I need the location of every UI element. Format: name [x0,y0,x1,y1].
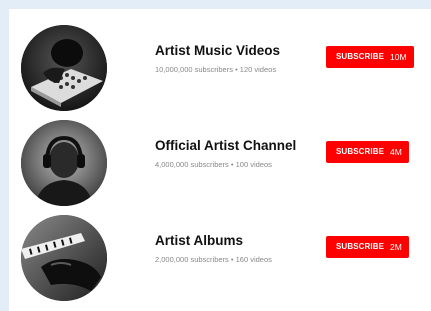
subscribe-button[interactable]: SUBSCRIBE 2M [326,236,409,258]
channel-avatar[interactable] [21,25,107,111]
channel-name[interactable]: Official Artist Channel [155,138,325,153]
channel-meta: 10,000,000 subscribers • 120 videos [155,65,325,74]
channel-avatar[interactable] [21,120,107,206]
video-count: 160 videos [235,255,272,264]
subscriber-count: 2,000,000 subscribers [155,255,229,264]
meta-separator: • [235,65,238,74]
subscribe-count: 4M [390,147,402,157]
subscribe-label: SUBSCRIBE [336,52,385,61]
subscribe-count: 2M [390,242,402,252]
channel-meta: 2,000,000 subscribers • 160 videos [155,255,325,264]
subscribe-button[interactable]: SUBSCRIBE 10M [326,46,414,68]
channel-info: Official Artist Channel 4,000,000 subscr… [155,138,325,169]
meta-separator: • [230,255,234,264]
channel-avatar[interactable] [21,215,107,301]
piano-hands-icon [21,215,107,301]
video-count: 120 videos [239,65,277,74]
subscribe-count: 10M [390,52,407,62]
video-count: 100 videos [235,160,272,169]
channel-name[interactable]: Artist Albums [155,233,325,248]
channel-meta: 4,000,000 subscribers • 100 videos [155,160,325,169]
subscribe-label: SUBSCRIBE [336,242,385,251]
channel-list: Artist Music Videos 10,000,000 subscribe… [9,9,431,311]
channel-info: Artist Music Videos 10,000,000 subscribe… [155,43,325,74]
channel-item: Artist Albums 2,000,000 subscribers • 16… [9,215,431,305]
subscribe-button[interactable]: SUBSCRIBE 4M [326,141,409,163]
dj-mixer-icon [21,25,107,111]
subscriber-count: 4,000,000 subscribers [155,160,229,169]
headphones-person-icon [21,120,107,206]
channel-item: Artist Music Videos 10,000,000 subscribe… [9,25,431,115]
channel-info: Artist Albums 2,000,000 subscribers • 16… [155,233,325,264]
channel-item: Official Artist Channel 4,000,000 subscr… [9,120,431,210]
subscriber-count: 10,000,000 subscribers [155,65,233,74]
channel-name[interactable]: Artist Music Videos [155,43,325,58]
meta-separator: • [230,160,234,169]
subscribe-label: SUBSCRIBE [336,147,385,156]
